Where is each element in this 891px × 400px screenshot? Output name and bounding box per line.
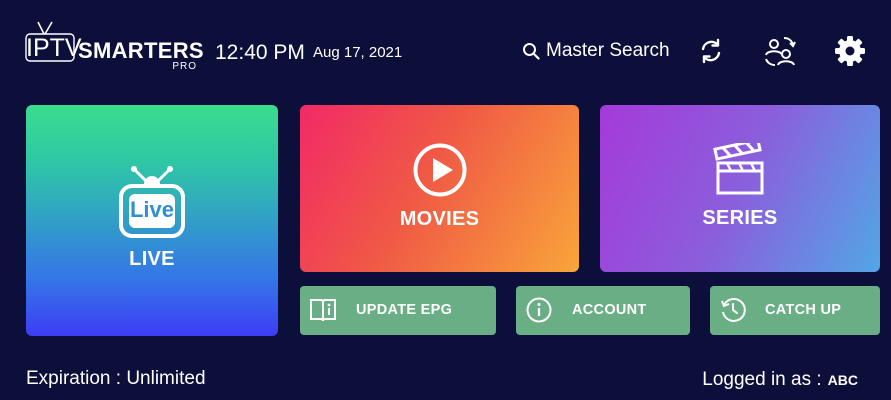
series-tile-label: SERIES — [702, 207, 778, 229]
master-search-button[interactable]: Master Search — [522, 38, 670, 64]
expiration-text: Expiration : Unlimited — [26, 368, 206, 389]
logo-pro-text: PRO — [172, 61, 197, 72]
info-icon — [526, 297, 552, 323]
live-tile-label: LIVE — [129, 248, 175, 270]
play-circle-icon — [413, 143, 466, 197]
movies-tile-label: MOVIES — [399, 208, 480, 230]
clapperboard-icon — [713, 143, 764, 195]
switch-user-button[interactable] — [762, 33, 798, 69]
search-icon — [523, 43, 540, 60]
live-icon-text: Live — [129, 197, 175, 222]
book-icon — [310, 299, 336, 322]
refresh-button[interactable] — [693, 33, 729, 69]
live-tile[interactable]: Live LIVE — [26, 105, 278, 336]
catch-up-label: CATCH UP — [765, 302, 842, 318]
gear-icon — [835, 36, 865, 66]
clock-time: 12:40 PM — [215, 41, 305, 64]
app-logo: IPTV SMARTERS PRO — [25, 20, 204, 72]
clock-date: Aug 17, 2021 — [313, 44, 403, 61]
account-label: ACCOUNT — [572, 302, 647, 318]
refresh-icon — [701, 38, 721, 64]
iptv-smarters-home: IPTV SMARTERS PRO 12:40 PM Aug 17, 2021 … — [0, 0, 891, 400]
settings-button[interactable] — [832, 33, 868, 69]
update-epg-label: UPDATE EPG — [356, 302, 453, 318]
logo-iptv-text: IPTV — [26, 34, 82, 62]
logged-in-username: ABC — [827, 372, 858, 388]
account-button[interactable]: ACCOUNT — [516, 286, 690, 335]
switch-user-icon — [765, 37, 796, 66]
logged-in-label: Logged in as : — [702, 369, 822, 390]
history-icon — [721, 298, 746, 322]
series-tile[interactable]: SERIES — [600, 105, 880, 272]
logged-in-info: Logged in as : ABC — [702, 369, 858, 391]
update-epg-button[interactable]: UPDATE EPG — [300, 286, 496, 335]
catch-up-button[interactable]: CATCH UP — [710, 286, 880, 335]
movies-tile[interactable]: MOVIES — [300, 105, 579, 272]
master-search-label: Master Search — [546, 40, 670, 61]
